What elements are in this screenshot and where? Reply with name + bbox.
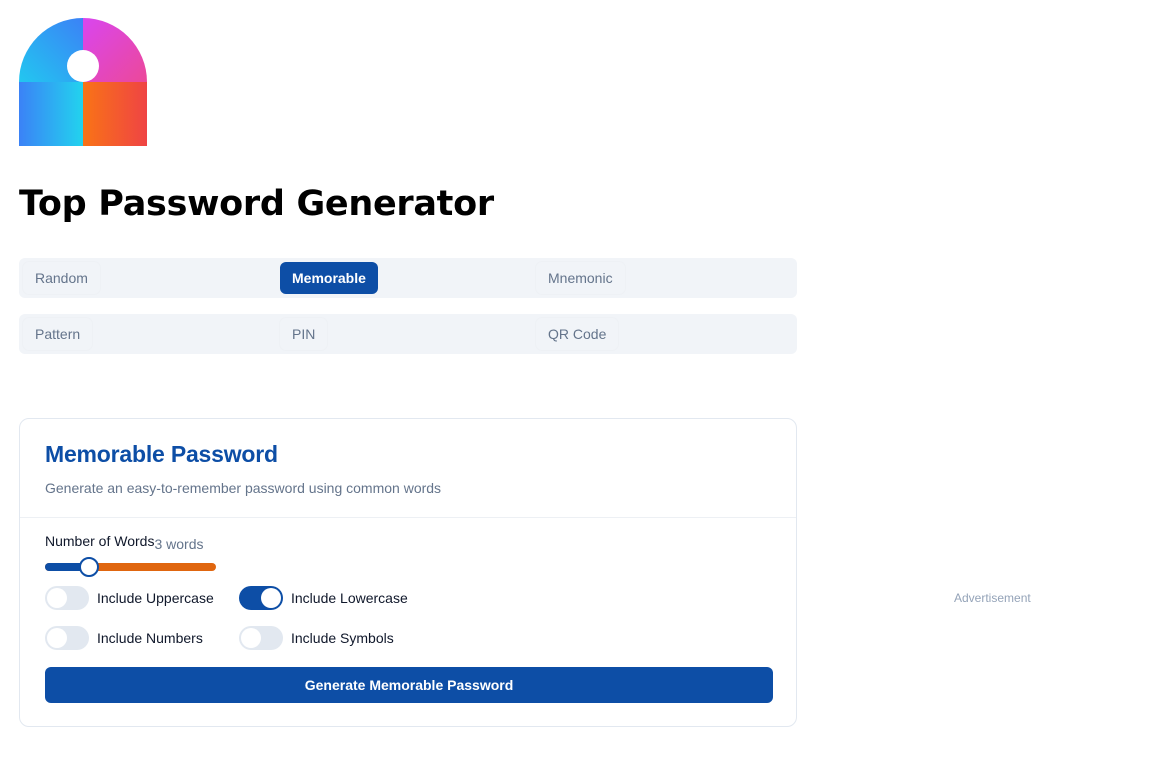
card-header: Memorable Password Generate an easy-to-r…: [20, 419, 796, 518]
tab-row-2: Pattern PIN QR Code: [19, 314, 797, 354]
toggle-knob: [241, 628, 261, 648]
lowercase-label: Include Lowercase: [291, 590, 408, 606]
uppercase-toggle[interactable]: [45, 586, 89, 610]
tab-qr-code[interactable]: QR Code: [536, 318, 619, 350]
tab-row-1: Random Memorable Mnemonic: [19, 258, 797, 298]
generate-password-button[interactable]: Generate Memorable Password: [45, 667, 773, 703]
tab-mnemonic[interactable]: Mnemonic: [536, 262, 625, 294]
words-count-row: Number of Words 3 words: [45, 533, 204, 552]
option-uppercase[interactable]: Include Uppercase: [45, 586, 214, 610]
lock-logo-icon: [19, 18, 147, 146]
words-count-slider[interactable]: [45, 557, 216, 577]
slider-thumb[interactable]: [79, 557, 99, 577]
option-numbers[interactable]: Include Numbers: [45, 626, 203, 650]
tab-pattern[interactable]: Pattern: [23, 318, 93, 350]
option-lowercase[interactable]: Include Lowercase: [239, 586, 408, 610]
toggle-knob: [47, 588, 67, 608]
option-symbols[interactable]: Include Symbols: [239, 626, 394, 650]
symbols-label: Include Symbols: [291, 630, 394, 646]
numbers-label: Include Numbers: [97, 630, 203, 646]
memorable-password-card: Memorable Password Generate an easy-to-r…: [19, 418, 797, 727]
symbols-toggle[interactable]: [239, 626, 283, 650]
tab-random[interactable]: Random: [23, 262, 100, 294]
toggle-knob: [261, 588, 281, 608]
words-count-value: 3 words: [154, 536, 204, 552]
card-title: Memorable Password: [45, 441, 278, 467]
advertisement-label: Advertisement: [954, 591, 1031, 605]
tab-pin[interactable]: PIN: [280, 318, 328, 350]
uppercase-label: Include Uppercase: [97, 590, 214, 606]
card-description: Generate an easy-to-remember password us…: [45, 480, 442, 496]
numbers-toggle[interactable]: [45, 626, 89, 650]
tab-memorable[interactable]: Memorable: [280, 262, 378, 294]
toggle-knob: [47, 628, 67, 648]
words-count-label: Number of Words: [45, 533, 155, 549]
page-title: Top Password Generator: [19, 184, 494, 224]
lowercase-toggle[interactable]: [239, 586, 283, 610]
